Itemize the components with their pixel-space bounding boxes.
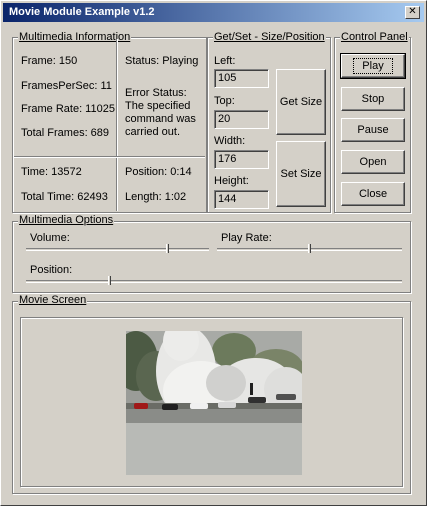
main-window: Movie Module Example v1.2 ✕ Multimedia I… bbox=[0, 0, 427, 506]
title-bar[interactable]: Movie Module Example v1.2 ✕ bbox=[3, 3, 424, 22]
frame-label: Frame: 150 bbox=[21, 55, 78, 67]
play-button-label: Play bbox=[353, 58, 393, 74]
info-divider-vertical bbox=[116, 39, 118, 211]
close-button[interactable]: Close bbox=[341, 182, 405, 206]
open-button[interactable]: Open bbox=[341, 150, 405, 174]
top-field[interactable]: 20 bbox=[214, 110, 269, 129]
play-rate-label: Play Rate: bbox=[221, 232, 272, 244]
play-rate-slider[interactable] bbox=[217, 244, 402, 253]
movie-video[interactable] bbox=[126, 331, 302, 475]
error-status-label: Error Status: bbox=[125, 87, 187, 99]
position-label: Position: 0:14 bbox=[125, 166, 192, 178]
multimedia-info-legend: Multimedia Information bbox=[18, 31, 132, 43]
error-status-line: The specified bbox=[125, 100, 191, 112]
window-title: Movie Module Example v1.2 bbox=[9, 6, 155, 18]
play-button[interactable]: Play bbox=[340, 53, 406, 79]
position-slider-thumb[interactable] bbox=[108, 276, 111, 285]
close-icon[interactable]: ✕ bbox=[405, 6, 420, 19]
error-status-line: carried out. bbox=[125, 126, 181, 138]
height-field-label: Height: bbox=[214, 175, 249, 187]
time-label: Time: 13572 bbox=[21, 166, 82, 178]
status-label: Status: Playing bbox=[125, 55, 199, 67]
left-field-label: Left: bbox=[214, 55, 236, 67]
volume-slider[interactable] bbox=[26, 244, 209, 253]
movie-screen-legend: Movie Screen bbox=[18, 294, 88, 306]
position-slider-label: Position: bbox=[30, 264, 73, 276]
position-slider[interactable] bbox=[26, 276, 402, 285]
info-divider-horizontal bbox=[14, 156, 205, 158]
fps-label: FramesPerSec: 11 bbox=[21, 80, 112, 92]
width-field-label: Width: bbox=[214, 135, 246, 147]
left-field[interactable]: 105 bbox=[214, 69, 269, 88]
error-status-line: command was bbox=[125, 113, 196, 125]
play-rate-slider-thumb[interactable] bbox=[308, 244, 311, 253]
volume-label: Volume: bbox=[30, 232, 70, 244]
stop-button[interactable]: Stop bbox=[341, 87, 405, 111]
multimedia-options-legend: Multimedia Options bbox=[18, 214, 115, 226]
height-field[interactable]: 144 bbox=[214, 190, 269, 209]
set-size-button[interactable]: Set Size bbox=[276, 141, 326, 207]
total-time-label: Total Time: 62493 bbox=[21, 191, 108, 203]
length-label: Length: 1:02 bbox=[125, 191, 187, 203]
pause-button[interactable]: Pause bbox=[341, 118, 405, 142]
control-panel-legend: Control Panel bbox=[340, 31, 409, 43]
width-field[interactable]: 176 bbox=[214, 150, 269, 169]
movie-frame-image bbox=[126, 331, 302, 475]
total-frames-label: Total Frames: 689 bbox=[21, 127, 110, 139]
frame-rate-label: Frame Rate: 11025 bbox=[21, 103, 115, 115]
get-size-button[interactable]: Get Size bbox=[276, 69, 326, 135]
top-field-label: Top: bbox=[214, 95, 235, 107]
getset-legend: Get/Set - Size/Position bbox=[213, 31, 326, 43]
volume-slider-thumb[interactable] bbox=[166, 244, 169, 253]
